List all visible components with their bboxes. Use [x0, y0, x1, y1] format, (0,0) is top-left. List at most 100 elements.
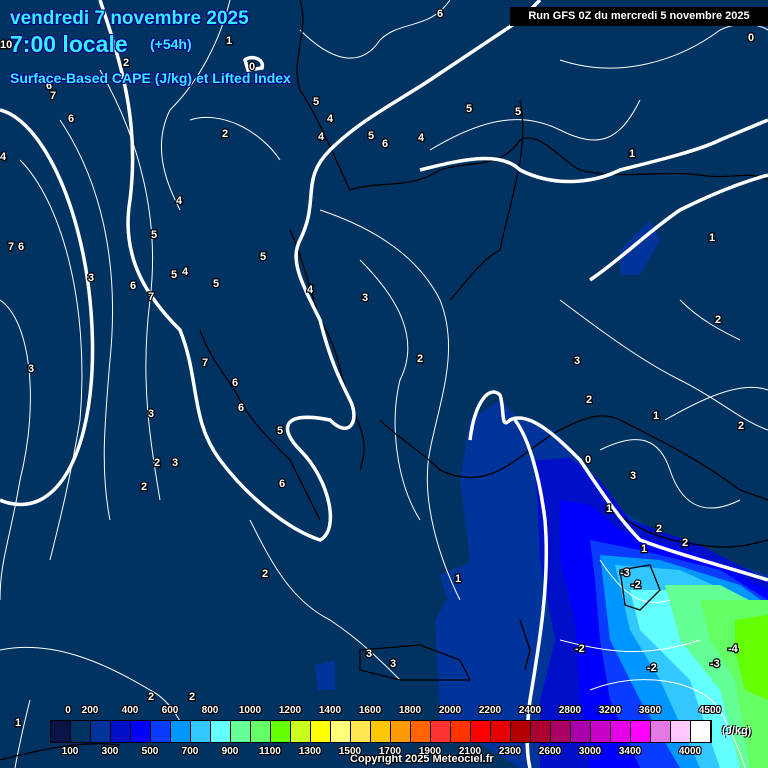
- contour-label: -2: [575, 643, 585, 655]
- legend-top-label: 800: [201, 705, 219, 716]
- map-canvas: 6 1 0 0 1 0 6 7 2 5 4 5 6 4 5 5 2 4 1 6 4…: [0, 0, 768, 768]
- contour-label: -3: [710, 658, 720, 670]
- contour-label: 2: [141, 481, 147, 493]
- contour-label: 3: [630, 470, 636, 482]
- parameter-title: Surface-Based CAPE (J/kg) et Lifted Inde…: [10, 70, 291, 86]
- contour-label: 5: [151, 229, 157, 241]
- contour-label: 2: [222, 128, 228, 140]
- legend-color-bar: [50, 720, 712, 743]
- legend-top-label: 3200: [598, 705, 622, 716]
- contour-label: 4: [307, 284, 314, 296]
- contour-label: 6: [382, 138, 388, 150]
- legend-bottom-label: 2100: [458, 746, 482, 757]
- contour-label: 5: [515, 106, 521, 118]
- model-run-label: Run GFS 0Z du mercredi 5 novembre 2025: [510, 7, 768, 26]
- legend-bottom-label: 4000: [678, 746, 702, 757]
- legend-swatch: [311, 721, 331, 742]
- contour-label: 6: [279, 478, 285, 490]
- legend-swatch: [211, 721, 231, 742]
- legend-top-label: 1000: [238, 705, 262, 716]
- contour-label: 4: [318, 131, 325, 143]
- contour-label: 3: [28, 363, 34, 375]
- contour-label: 2: [586, 394, 592, 406]
- legend-swatch: [391, 721, 411, 742]
- contour-label: 2: [738, 420, 744, 432]
- contour-label: 1: [709, 232, 715, 244]
- legend-bottom-label: 500: [141, 746, 159, 757]
- contour-label: 0: [585, 454, 591, 466]
- contour-label: 5: [368, 130, 374, 142]
- legend-top-label: 1200: [278, 705, 302, 716]
- contour-label: 0: [748, 32, 754, 44]
- legend-bottom-label: 3400: [618, 746, 642, 757]
- legend-top-label: 0: [65, 705, 71, 716]
- contour-label: -2: [647, 662, 657, 674]
- contour-label: 2: [154, 457, 160, 469]
- legend-swatch: [651, 721, 671, 742]
- contour-label: 5: [213, 278, 219, 290]
- contour-label: 7: [50, 90, 56, 102]
- contour-label: 6: [68, 113, 74, 125]
- contour-label: 4: [0, 151, 7, 163]
- contour-label: 6: [238, 402, 244, 414]
- forecast-time: 7:00 locale: [10, 31, 128, 57]
- contour-label: 2: [417, 353, 423, 365]
- legend-bottom-label: 100: [61, 746, 79, 757]
- legend-top-label: 3600: [638, 705, 662, 716]
- contour-label: 7: [8, 241, 14, 253]
- contour-label: 3: [390, 658, 396, 670]
- legend-swatch: [431, 721, 451, 742]
- cape-small-3: [315, 660, 335, 690]
- contour-label: 2: [148, 691, 154, 703]
- contour-label: 1: [653, 410, 659, 422]
- forecast-date: vendredi 7 novembre 2025: [10, 8, 249, 29]
- contour-label: 4: [176, 195, 183, 207]
- contour-label: 6: [130, 280, 136, 292]
- contour-label: 1: [606, 503, 612, 515]
- legend-bottom-label: 3000: [578, 746, 602, 757]
- contour-label: 2: [123, 57, 129, 69]
- legend-top-label: 1400: [318, 705, 342, 716]
- contour-label: 1: [455, 573, 461, 585]
- legend-swatch: [531, 721, 551, 742]
- legend-swatch: [371, 721, 391, 742]
- legend-swatch: [351, 721, 371, 742]
- contour-label: 6: [232, 377, 238, 389]
- contour-label: 2: [715, 314, 721, 326]
- contour-label: 2: [262, 568, 268, 580]
- contour-label: -4: [728, 643, 739, 655]
- legend-swatch: [611, 721, 631, 742]
- legend-swatch: [271, 721, 291, 742]
- legend-swatch: [291, 721, 311, 742]
- legend-bottom-label: 2600: [538, 746, 562, 757]
- contour-label: 1: [641, 543, 647, 555]
- contour-label: 3: [148, 408, 154, 420]
- legend-swatch: [251, 721, 271, 742]
- legend-swatch: [111, 721, 131, 742]
- contour-label: 5: [277, 425, 283, 437]
- legend-swatch: [51, 721, 71, 742]
- contour-label: 7: [148, 291, 154, 303]
- legend-top-label: 2800: [558, 705, 582, 716]
- contour-label: 3: [574, 355, 580, 367]
- legend-top-label: 2000: [438, 705, 462, 716]
- legend-bottom-label: 1500: [338, 746, 362, 757]
- contour-label: 3: [172, 457, 178, 469]
- legend-top-label: 2200: [478, 705, 502, 716]
- contour-label: 1: [629, 148, 635, 160]
- legend-swatch: [471, 721, 491, 742]
- contour-label: 3: [362, 292, 368, 304]
- contour-label: 5: [171, 269, 177, 281]
- legend-swatch: [491, 721, 511, 742]
- legend-swatch: [191, 721, 211, 742]
- legend-swatch: [451, 721, 471, 742]
- legend-top-label: 400: [121, 705, 139, 716]
- contour-label: 6: [18, 241, 24, 253]
- contour-label: 4: [327, 113, 334, 125]
- contour-label: 2: [656, 523, 662, 535]
- legend-swatch: [131, 721, 151, 742]
- legend-swatch: [631, 721, 651, 742]
- contour-label: 5: [313, 96, 319, 108]
- legend-swatch: [571, 721, 591, 742]
- contour-label: 5: [260, 251, 266, 263]
